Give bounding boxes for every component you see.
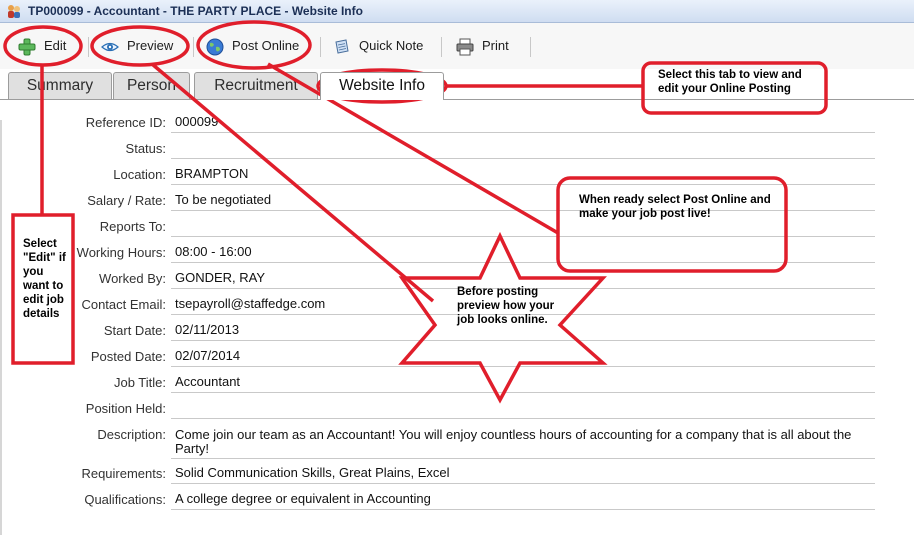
tab-website-info[interactable]: Website Info <box>320 72 444 100</box>
post-callout-box <box>556 176 788 273</box>
post-online-highlight-ellipse <box>196 20 312 70</box>
tab-callout-text: Select this tab to view and edit your On… <box>658 69 802 95</box>
edit-callout-text: Select "Edit" if you want to edit job de… <box>23 238 66 320</box>
tab-website-info-label: Website Info <box>339 77 425 94</box>
post-online-callout-text: When ready select Post Online and make y… <box>579 194 771 220</box>
preview-callout-text: Before posting preview how your job look… <box>457 286 555 326</box>
edit-highlight-ellipse <box>3 25 83 67</box>
preview-highlight-ellipse <box>90 25 190 67</box>
